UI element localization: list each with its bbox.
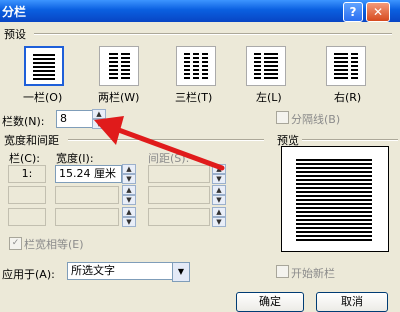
arrow-shaft bbox=[113, 126, 225, 171]
annotation-arrow bbox=[94, 116, 225, 171]
arrow-head-icon bbox=[94, 116, 124, 145]
